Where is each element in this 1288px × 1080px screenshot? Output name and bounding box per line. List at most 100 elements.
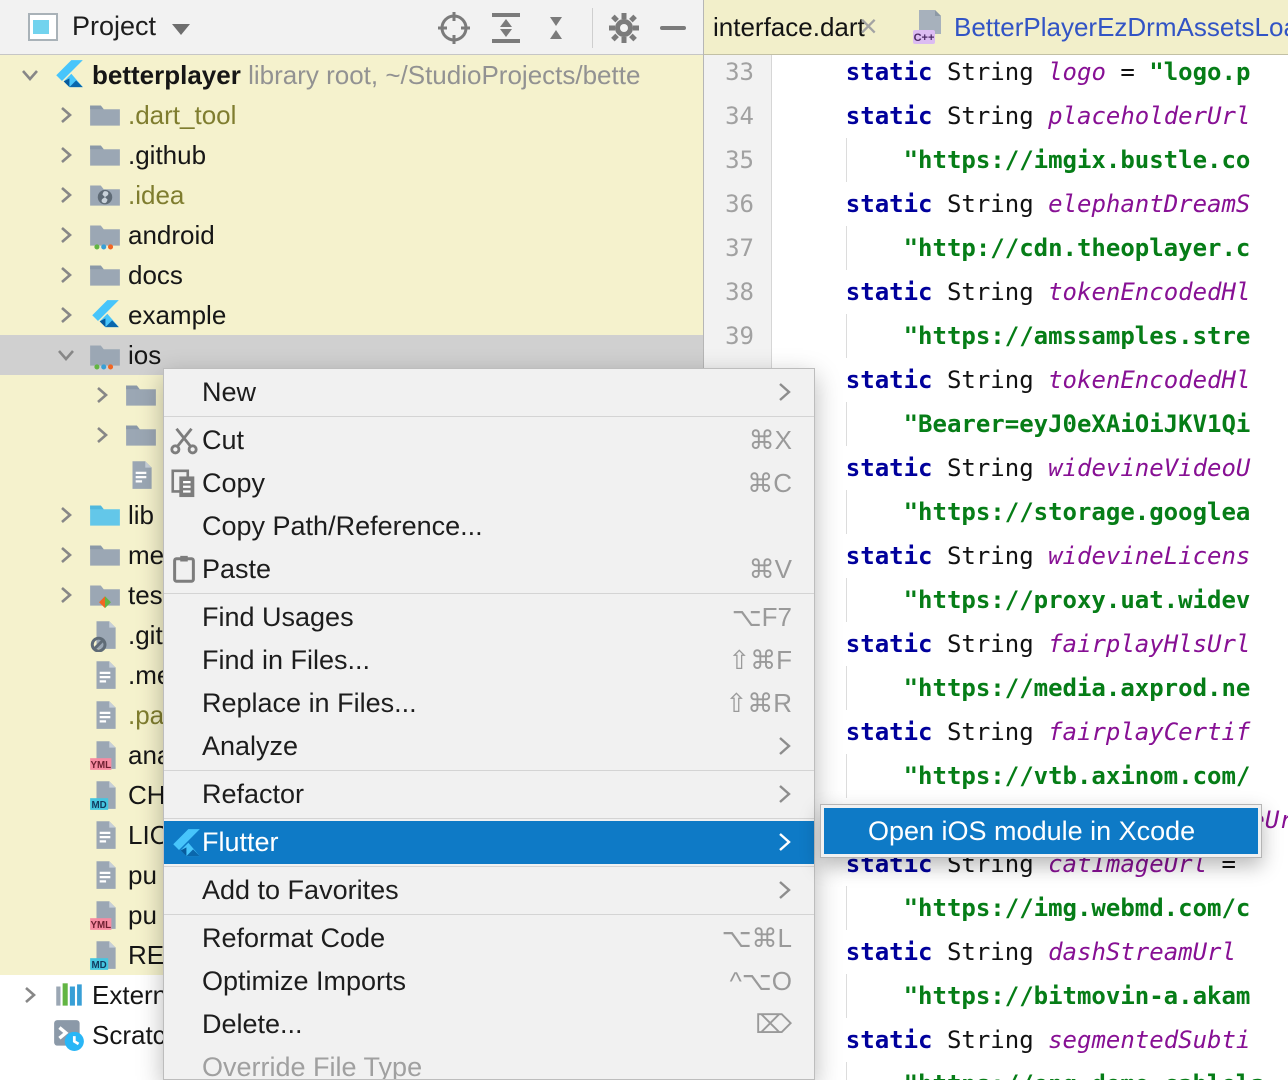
code-line-35[interactable]: "https://imgix.bustle.co: [788, 138, 1250, 182]
tab-interface-dart[interactable]: interface.dart: [713, 12, 865, 43]
menu-item-label: Delete...: [202, 1003, 303, 1046]
project-panel-title[interactable]: Project: [72, 11, 156, 42]
chevron-right-icon[interactable]: [54, 303, 78, 327]
menu-item-label: Flutter: [202, 821, 279, 864]
line-number: 35: [704, 138, 754, 182]
tree-item-example[interactable]: example: [0, 295, 703, 335]
tab-betterplayer-ezdrm[interactable]: BetterPlayerEzDrmAssetsLoaderD: [954, 12, 1288, 43]
tree-item-label: .dart_tool: [128, 95, 236, 135]
chevron-right-icon[interactable]: [54, 263, 78, 287]
code-line-34[interactable]: static String placeholderUrl: [788, 94, 1250, 138]
menu-item-refactor[interactable]: Refactor: [164, 773, 814, 816]
code-line-40[interactable]: static String tokenEncodedHl: [788, 358, 1250, 402]
tree-item-label: pu: [128, 855, 157, 895]
close-icon[interactable]: ×: [859, 8, 878, 45]
menu-item-label: Refactor: [202, 773, 304, 816]
file-text-icon: [88, 698, 122, 732]
cpp-file-icon: C++: [909, 8, 945, 46]
chevron-right-icon[interactable]: [54, 503, 78, 527]
tree-item-label: lib: [128, 495, 154, 535]
hide-panel-icon[interactable]: [660, 26, 686, 30]
code-line-39[interactable]: "https://amssamples.stre: [788, 314, 1250, 358]
line-number: 38: [704, 270, 754, 314]
chevron-right-icon[interactable]: [54, 583, 78, 607]
code-line-48[interactable]: static String fairplayCertif: [788, 710, 1250, 754]
file-md-icon: MD: [88, 938, 122, 972]
settings-gear-icon[interactable]: [606, 10, 642, 46]
submenu-arrow-icon: [772, 380, 796, 404]
code-line-38[interactable]: static String tokenEncodedHl: [788, 270, 1250, 314]
file-ignored-icon: [88, 618, 122, 652]
menu-separator: [164, 770, 814, 771]
menu-item-open-ios-module-in-xcode[interactable]: Open iOS module in Xcode: [824, 808, 1258, 854]
folder-icon: [88, 258, 122, 292]
menu-item-find-usages[interactable]: Find Usages⌥F7: [164, 596, 814, 639]
chevron-right-icon[interactable]: [54, 103, 78, 127]
folder-icon: [88, 538, 122, 572]
chevron-down-icon[interactable]: [18, 63, 42, 87]
tree-item-label: ios: [128, 335, 161, 375]
code-line-56[interactable]: "https://eng-demo.cablela: [788, 1062, 1265, 1080]
menu-separator: [164, 914, 814, 915]
code-line-36[interactable]: static String elephantDreamS: [788, 182, 1250, 226]
menu-item-label: Find Usages: [202, 596, 354, 639]
chevron-down-icon[interactable]: [172, 24, 190, 35]
tree-item-.dart_tool[interactable]: .dart_tool: [0, 95, 703, 135]
code-line-47[interactable]: "https://media.axprod.ne: [788, 666, 1250, 710]
code-line-49[interactable]: "https://vtb.axinom.com/: [788, 754, 1250, 798]
tree-item-.idea[interactable]: .idea: [0, 175, 703, 215]
menu-item-label: Cut: [202, 419, 244, 462]
code-line-33[interactable]: static String logo = "logo.p: [788, 50, 1250, 94]
expand-collapse-icon[interactable]: [488, 10, 524, 46]
tree-item-betterplayer[interactable]: betterplayer library root, ~/StudioProje…: [0, 55, 703, 95]
folder-icon: [124, 418, 158, 452]
chevron-right-icon[interactable]: [54, 183, 78, 207]
project-toolbar: Project: [0, 0, 703, 55]
menu-item-replace-in-files[interactable]: Replace in Files...⇧⌘R: [164, 682, 814, 725]
menu-item-flutter[interactable]: Flutter: [164, 821, 814, 864]
chevron-right-icon[interactable]: [54, 543, 78, 567]
menu-item-analyze[interactable]: Analyze: [164, 725, 814, 768]
libraries-icon: [52, 978, 86, 1012]
menu-item-copy[interactable]: Copy⌘C: [164, 462, 814, 505]
code-line-43[interactable]: "https://storage.googlea: [788, 490, 1250, 534]
line-number: 33: [704, 50, 754, 94]
menu-item-optimize-imports[interactable]: Optimize Imports^⌥O: [164, 960, 814, 1003]
tree-item-docs[interactable]: docs: [0, 255, 703, 295]
code-line-37[interactable]: "http://cdn.theoplayer.c: [788, 226, 1250, 270]
menu-item-find-in-files[interactable]: Find in Files...⇧⌘F: [164, 639, 814, 682]
tree-item-.github[interactable]: .github: [0, 135, 703, 175]
code-line-52[interactable]: "https://img.webmd.com/c: [788, 886, 1250, 930]
project-tool-window-icon: [28, 13, 58, 41]
menu-item-reformat-code[interactable]: Reformat Code⌥⌘L: [164, 917, 814, 960]
menu-item-delete[interactable]: Delete...⌦: [164, 1003, 814, 1046]
code-line-42[interactable]: static String widevineVideoU: [788, 446, 1250, 490]
menu-item-shortcut: ^⌥O: [730, 960, 792, 1003]
menu-item-new[interactable]: New: [164, 371, 814, 414]
context-menu: New Cut⌘XCopy⌘CCopy Path/Reference...Past…: [163, 368, 815, 1080]
menu-item-add-to-favorites[interactable]: Add to Favorites: [164, 869, 814, 912]
code-line-53[interactable]: static String dashStreamUrl: [788, 930, 1236, 974]
code-line-46[interactable]: static String fairplayHlsUrl: [788, 622, 1250, 666]
menu-item-cut[interactable]: Cut⌘X: [164, 419, 814, 462]
code-line-45[interactable]: "https://proxy.uat.widev: [788, 578, 1250, 622]
collapse-all-icon[interactable]: [538, 10, 574, 46]
tree-item-label: betterplayer library root, ~/StudioProje…: [92, 55, 640, 95]
chevron-right-icon[interactable]: [54, 143, 78, 167]
menu-item-paste[interactable]: Paste⌘V: [164, 548, 814, 591]
tree-item-android[interactable]: android: [0, 215, 703, 255]
code-line-41[interactable]: "Bearer=eyJ0eXAiOiJKV1Qi: [788, 402, 1250, 446]
code-line-44[interactable]: static String widevineLicens: [788, 534, 1250, 578]
code-line-55[interactable]: static String segmentedSubti: [788, 1018, 1250, 1062]
chevron-right-icon[interactable]: [18, 983, 42, 1007]
chevron-right-icon[interactable]: [90, 423, 114, 447]
paste-icon: [169, 554, 199, 584]
menu-item-label: Add to Favorites: [202, 869, 399, 912]
chevron-down-icon[interactable]: [54, 343, 78, 367]
menu-item-copy-path-reference[interactable]: Copy Path/Reference...: [164, 505, 814, 548]
chevron-right-icon[interactable]: [54, 223, 78, 247]
chevron-right-icon[interactable]: [90, 383, 114, 407]
locate-target-icon[interactable]: [436, 10, 472, 46]
code-line-54[interactable]: "https://bitmovin-a.akam: [788, 974, 1250, 1018]
flutter-icon: [88, 298, 122, 332]
